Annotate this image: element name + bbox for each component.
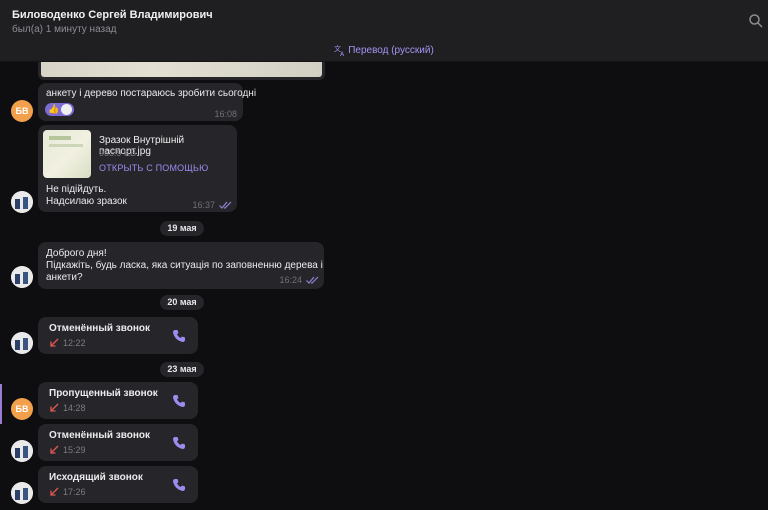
avatar[interactable] [11,266,33,288]
date-separator: 19 мая [160,221,204,236]
message-text: анкети? [46,272,83,283]
message-text: Надсилаю зразок [46,196,127,207]
translate-label: Перевод (русский) [348,45,434,56]
message-text: Підкажіть, будь ласка, яка ситуація по з… [46,260,323,271]
phone-icon[interactable] [171,477,187,493]
message-bubble[interactable]: Доброго дня! Підкажіть, будь ласка, яка … [38,242,324,289]
message-bubble[interactable]: Зразок Внутрішній паспорт.jpg 955.9 KB О… [38,125,237,212]
avatar[interactable]: БВ [11,100,33,122]
message-text: Не підійдуть. [46,184,107,195]
call-arrow-icon [50,487,59,496]
read-checks-icon [306,276,319,284]
call-arrow-icon [50,338,59,347]
avatar[interactable] [11,191,33,213]
file-size: 955.9 KB [99,148,137,158]
call-time: 12:22 [63,338,86,348]
message-bubble[interactable]: анкету і дерево постараюсь зробити сього… [38,83,256,121]
call-title: Исходящий звонок [49,472,143,483]
user-photo-icon [11,482,33,504]
phone-icon[interactable] [171,393,187,409]
avatar[interactable] [11,332,33,354]
user-photo-icon [11,191,33,213]
message-list[interactable]: БВ анкету і дерево постараюсь зробити сь… [0,62,768,510]
call-bubble[interactable]: Отменённый звонок 15:29 [38,424,198,461]
message-time: 16:24 [279,275,302,285]
chat-header: Биловоденко Сергей Владимирович был(а) 1… [0,0,768,62]
message-text: анкету і дерево постараюсь зробити сього… [46,88,257,99]
avatar[interactable] [11,440,33,462]
user-photo-icon [11,332,33,354]
open-with-link[interactable]: ОТКРЫТЬ С ПОМОЩЬЮ [99,163,208,173]
call-title: Отменённый звонок [49,430,151,441]
avatar[interactable] [11,482,33,504]
call-time: 15:29 [63,445,86,455]
call-time: 17:26 [63,487,86,497]
translate-icon: 文 A [334,44,345,56]
call-title: Пропущенный звонок [49,388,158,399]
search-icon[interactable] [748,13,764,29]
read-checks-icon [219,201,232,209]
message-time: 16:08 [214,109,237,119]
selection-indicator [0,384,2,424]
reactor-avatar [61,104,72,115]
photo-attachment[interactable] [38,62,325,80]
call-bubble[interactable]: Пропущенный звонок 14:28 [38,382,198,419]
call-arrow-icon [50,445,59,454]
message-text: Доброго дня! [46,248,107,259]
call-arrow-icon [50,403,59,412]
date-separator: 20 мая [160,295,204,310]
thumbs-up-icon: 👍 [48,104,60,114]
reaction-badge[interactable]: 👍 [45,103,74,116]
translate-bar[interactable]: 文 A Перевод (русский) [0,40,768,62]
last-seen-status: был(а) 1 минуту назад [12,24,117,35]
message-time: 16:37 [192,200,215,210]
avatar[interactable]: БВ [11,398,33,420]
call-title: Отменённый звонок [49,323,151,334]
call-time: 14:28 [63,403,86,413]
date-separator: 23 мая [160,362,204,377]
svg-text:A: A [340,51,345,56]
user-photo-icon [11,266,33,288]
contact-name[interactable]: Биловоденко Сергей Владимирович [12,9,213,21]
phone-icon[interactable] [171,328,187,344]
user-photo-icon [11,440,33,462]
file-thumbnail[interactable] [43,130,91,178]
phone-icon[interactable] [171,435,187,451]
call-bubble[interactable]: Исходящий звонок 17:26 [38,466,198,503]
call-bubble[interactable]: Отменённый звонок 12:22 [38,317,198,354]
